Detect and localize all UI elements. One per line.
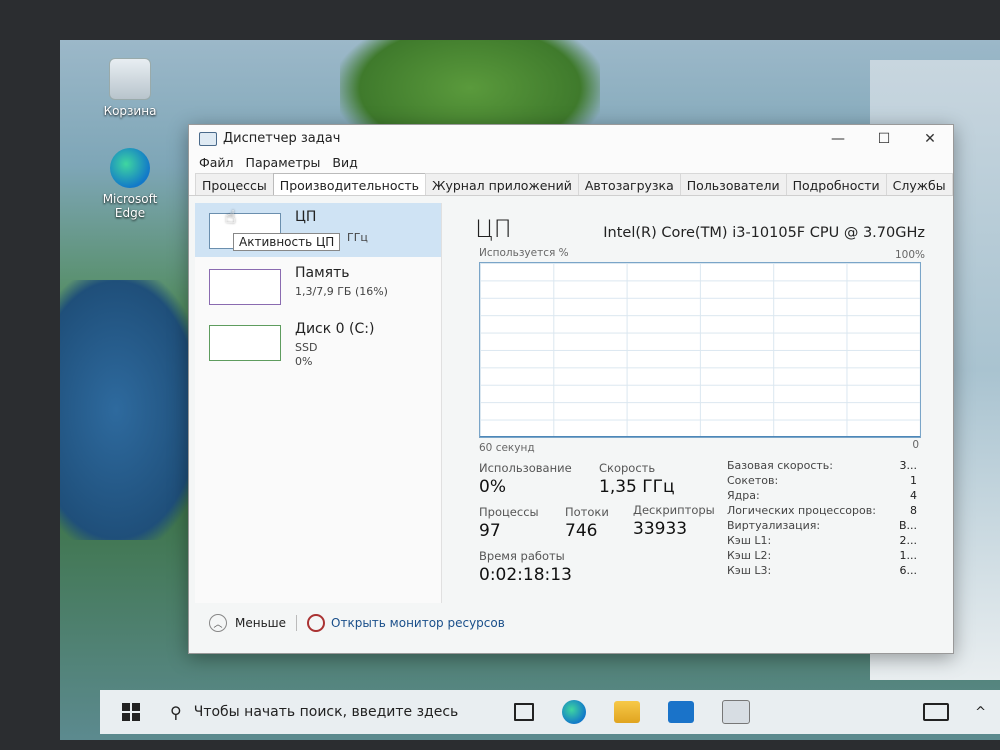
chevron-up-circle-icon[interactable]: ︿ [209, 614, 227, 632]
menu-file[interactable]: Файл [195, 153, 242, 173]
cpu-model: Intel(R) Core(TM) i3-10105F CPU @ 3.70GH… [603, 225, 925, 241]
stat-usage: Использование 0% [479, 461, 572, 497]
spec-label: Кэш L2: [727, 549, 772, 562]
spec-value: 4 [910, 489, 917, 502]
desktop-icon-edge[interactable]: Microsoft Edge [90, 148, 170, 220]
spec-value: 6... [899, 564, 918, 577]
file-explorer-icon[interactable] [614, 701, 640, 723]
footer-bar: ︿ Меньше Открыть монитор ресурсов [195, 609, 947, 637]
wallpaper-sea [60, 280, 200, 540]
edge-icon [110, 148, 150, 188]
spec-label: Базовая скорость: [727, 459, 833, 472]
graph-usage-line [480, 436, 920, 437]
spec-label: Виртуализация: [727, 519, 821, 532]
spec-value: В... [898, 519, 917, 532]
stat-handles: Дескрипторы 33933 [633, 503, 715, 539]
search-icon: ⚲ [170, 702, 182, 722]
cpu-detail-panel: ЦП Intel(R) Core(TM) i3-10105F CPU @ 3.7… [451, 203, 947, 603]
hand-cursor-icon: ☝ [225, 207, 236, 228]
taskbar-search[interactable]: ⚲ Чтобы начать поиск, введите здесь [170, 690, 500, 734]
resource-sub: 1,3/7,9 ГБ (16%) [295, 285, 388, 298]
recycle-bin-icon [109, 58, 151, 100]
spec-label: Ядра: [727, 489, 760, 502]
task-manager-icon [199, 132, 217, 146]
tab-app-history[interactable]: Журнал приложений [425, 173, 579, 195]
spec-label: Кэш L1: [727, 534, 772, 547]
desktop-icon-label: Microsoft Edge [102, 192, 158, 220]
spec-label: Сокетов: [727, 474, 779, 487]
spec-value: 1 [910, 474, 917, 487]
resource-item-disk[interactable]: Диск 0 (C:) SSD 0% [195, 315, 441, 369]
window-title: Диспетчер задач [223, 131, 341, 146]
resource-item-memory[interactable]: Память 1,3/7,9 ГБ (16%) [195, 259, 441, 313]
spec-row: Кэш L3: 6... [727, 564, 917, 579]
maximize-button[interactable]: ☐ [861, 125, 907, 153]
spec-row: Ядра: 4 [727, 489, 917, 504]
spec-label: Кэш L3: [727, 564, 772, 577]
title-bar[interactable]: Диспетчер задач — ☐ ✕ [189, 125, 953, 153]
spec-value: 8 [910, 504, 917, 517]
tab-startup[interactable]: Автозагрузка [577, 173, 681, 195]
resource-list: ЦП ГГц ☝ Активность ЦП Память 1,3/7,9 ГБ… [195, 203, 442, 603]
open-resource-monitor-link[interactable]: Открыть монитор ресурсов [331, 616, 505, 630]
resource-monitor-icon [307, 614, 326, 632]
resource-sub: ГГц [347, 231, 368, 244]
minimize-button[interactable]: — [815, 125, 861, 153]
stat-threads: Потоки 746 [565, 505, 609, 541]
keyboard-icon[interactable] [923, 703, 950, 721]
close-button[interactable]: ✕ [907, 125, 953, 153]
desktop-icon-recycle-bin[interactable]: Корзина [90, 58, 170, 118]
stat-processes: Процессы 97 [479, 505, 539, 541]
windows-start-icon[interactable] [122, 703, 140, 721]
menu-options[interactable]: Параметры [242, 153, 329, 173]
panel-title: ЦП [475, 215, 512, 243]
task-manager-taskbar-icon[interactable] [722, 700, 750, 724]
graph-label-bottom-left: 60 секунд [479, 442, 535, 454]
memory-thumbnail [209, 269, 281, 305]
resource-name: Диск 0 (C:) [295, 321, 375, 337]
spec-value: 2... [899, 534, 918, 547]
resource-name: ЦП [295, 209, 317, 225]
search-placeholder: Чтобы начать поиск, введите здесь [193, 704, 459, 720]
tab-performance[interactable]: Производительность [272, 173, 426, 195]
spec-row: Базовая скорость: 3... [727, 459, 917, 474]
graph-label-bottom-right: 0 [912, 439, 919, 451]
desktop-icon-label: Корзина [103, 104, 157, 118]
graph-label-top-left: Используется % [479, 247, 569, 259]
taskbar: ⚲ Чтобы начать поиск, введите здесь ^ [100, 690, 1000, 734]
spec-value: 1... [899, 549, 918, 562]
stat-speed: Скорость 1,35 ГГц [599, 461, 675, 497]
tooltip: Активность ЦП [233, 233, 341, 251]
menu-view[interactable]: Вид [328, 153, 365, 173]
outlook-icon[interactable] [668, 701, 694, 723]
spec-row: Сокетов: 1 [727, 474, 917, 489]
fewer-details-link[interactable]: Меньше [235, 616, 286, 630]
divider [296, 615, 298, 631]
resource-sub: SSD 0% [295, 341, 318, 368]
stat-uptime: Время работы 0:02:18:13 [479, 549, 572, 585]
spec-label: Логических процессоров: [727, 504, 876, 517]
spec-row: Логических процессоров: 8 [727, 504, 917, 519]
spec-value: 3... [899, 459, 918, 472]
menu-bar: Файл Параметры Вид [189, 153, 953, 173]
graph-label-top-right: 100% [894, 249, 925, 261]
tab-users[interactable]: Пользователи [679, 173, 787, 195]
spec-row: Кэш L2: 1... [727, 549, 917, 564]
tab-details[interactable]: Подробности [785, 173, 887, 195]
tab-services[interactable]: Службы [885, 173, 953, 195]
tab-bar: Процессы Производительность Журнал прило… [189, 173, 953, 196]
task-view-icon[interactable] [514, 703, 534, 721]
spec-row: Виртуализация: В... [727, 519, 917, 534]
resource-item-cpu[interactable]: ЦП ГГц ☝ Активность ЦП [195, 203, 441, 257]
spec-row: Кэш L1: 2... [727, 534, 917, 549]
tab-processes[interactable]: Процессы [195, 173, 274, 195]
disk-thumbnail [209, 325, 281, 361]
cpu-specs: Базовая скорость: 3... Сокетов: 1 Ядра: 4 Логи… [727, 459, 917, 579]
task-manager-window: Диспетчер задач — ☐ ✕ Файл Параметры Вид… [188, 124, 954, 654]
cpu-usage-graph [479, 262, 921, 438]
chevron-up-icon[interactable]: ^ [975, 705, 986, 720]
edge-icon[interactable] [562, 700, 586, 724]
resource-name: Память [295, 265, 350, 281]
